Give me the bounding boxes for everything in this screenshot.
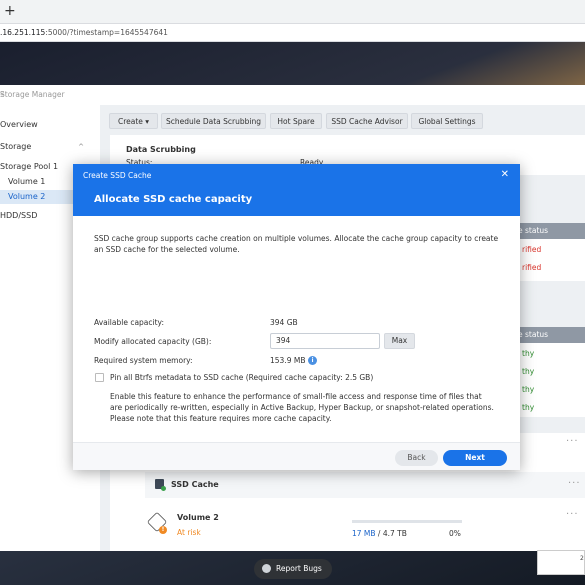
ssd-cache-row[interactable]: SSD Cache ··· [145,472,585,498]
modify-capacity-label: Modify allocated capacity (GB): [94,337,212,346]
status-column-header: e status [510,327,585,343]
dialog-app-title: Create SSD Cache [83,171,152,180]
more-options-icon[interactable]: ··· [566,436,579,447]
sidebar-item-label: Volume 2 [8,192,46,201]
data-scrubbing-title: Data Scrubbing [126,145,196,154]
sidebar-item-overview[interactable]: Overview [0,118,100,132]
info-icon[interactable]: i [308,356,317,365]
create-button[interactable]: Create ▾ [109,113,158,129]
sidebar-item-label: Overview [0,120,38,129]
global-settings-button[interactable]: Global Settings [411,113,483,129]
report-bugs-label: Report Bugs [276,564,322,573]
hot-spare-button[interactable]: Hot Spare [270,113,322,129]
sidebar-item-label: Storage Pool 1 [0,162,59,171]
volume-usage-percent: 0% [449,529,461,538]
status-cell: thy [522,367,535,376]
corner-widget-value: 2 [580,555,584,562]
new-tab-icon[interactable]: + [4,3,16,19]
volume-usage-bar [352,520,462,523]
chevron-up-icon[interactable]: ^ [78,140,84,154]
close-icon[interactable]: ✕ [501,169,509,180]
more-options-icon[interactable]: ··· [568,478,581,489]
sidebar-item-label: HDD/SSD [0,211,38,220]
url-path: :5000/?timestamp=1645547641 [45,28,168,37]
dialog-body: SSD cache group supports cache creation … [73,216,520,442]
status-cell: thy [522,403,535,412]
more-options-icon[interactable]: ··· [566,509,579,520]
volume-status: At risk [177,528,201,537]
dialog-header: Create SSD Cache ✕ Allocate SSD cache ca… [73,164,520,216]
report-bugs-button[interactable]: Report Bugs [254,559,332,579]
browser-tab-bar: + [0,0,585,24]
dialog-title: Allocate SSD cache capacity [94,194,253,205]
pin-metadata-label[interactable]: Pin all Btrfs metadata to SSD cache (Req… [110,373,373,382]
address-bar[interactable]: .16.251.115:5000/?timestamp=1645547641 [0,24,585,42]
bug-icon [262,564,271,573]
volume-usage-text: 17 MB / 4.7 TB [352,529,407,538]
allocated-capacity-input[interactable]: 394 [270,333,380,349]
window-title: Storage Manager [0,90,65,99]
back-button[interactable]: Back [395,450,438,466]
volume-name: Volume 2 [177,513,219,522]
ssd-cache-icon [155,479,166,491]
corner-widget [537,550,585,575]
schedule-scrubbing-button[interactable]: Schedule Data Scrubbing [161,113,266,129]
url-text[interactable]: .16.251.115:5000/?timestamp=1645547641 [0,28,168,37]
minimize-icon[interactable]: – [0,90,5,100]
window-title-bar[interactable]: Storage Manager ? – [0,85,585,105]
status-cell: thy [522,385,535,394]
max-button[interactable]: Max [384,333,415,349]
ssd-cache-advisor-button[interactable]: SSD Cache Advisor [326,113,408,129]
status-column-header: e status [510,223,585,239]
available-capacity-value: 394 GB [270,318,298,327]
dialog-footer: Back Next [73,442,520,470]
sidebar-item-label: Volume 1 [8,177,46,186]
status-cell: thy [522,349,535,358]
create-ssd-cache-dialog: Create SSD Cache ✕ Allocate SSD cache ca… [73,164,520,470]
sidebar-item-storage[interactable]: Storage ^ [0,140,100,154]
pin-metadata-note: Enable this feature to enhance the perfo… [110,392,494,423]
next-button[interactable]: Next [443,450,507,466]
warning-icon: ! [159,526,167,534]
volume-used: 17 MB [352,529,376,538]
status-cell: rified [522,263,542,272]
dialog-description: SSD cache group supports cache creation … [94,234,499,254]
required-memory-value: 153.9 MB [270,356,306,365]
available-capacity-label: Available capacity: [94,318,164,327]
required-memory-label: Required system memory: [94,356,193,365]
status-cell: rified [522,245,542,254]
sidebar-item-label: Storage [0,142,32,151]
ssd-cache-label: SSD Cache [171,480,219,489]
volume-total: / 4.7 TB [375,529,407,538]
pin-metadata-checkbox[interactable] [95,373,104,382]
url-host: .16.251.115 [0,28,46,37]
